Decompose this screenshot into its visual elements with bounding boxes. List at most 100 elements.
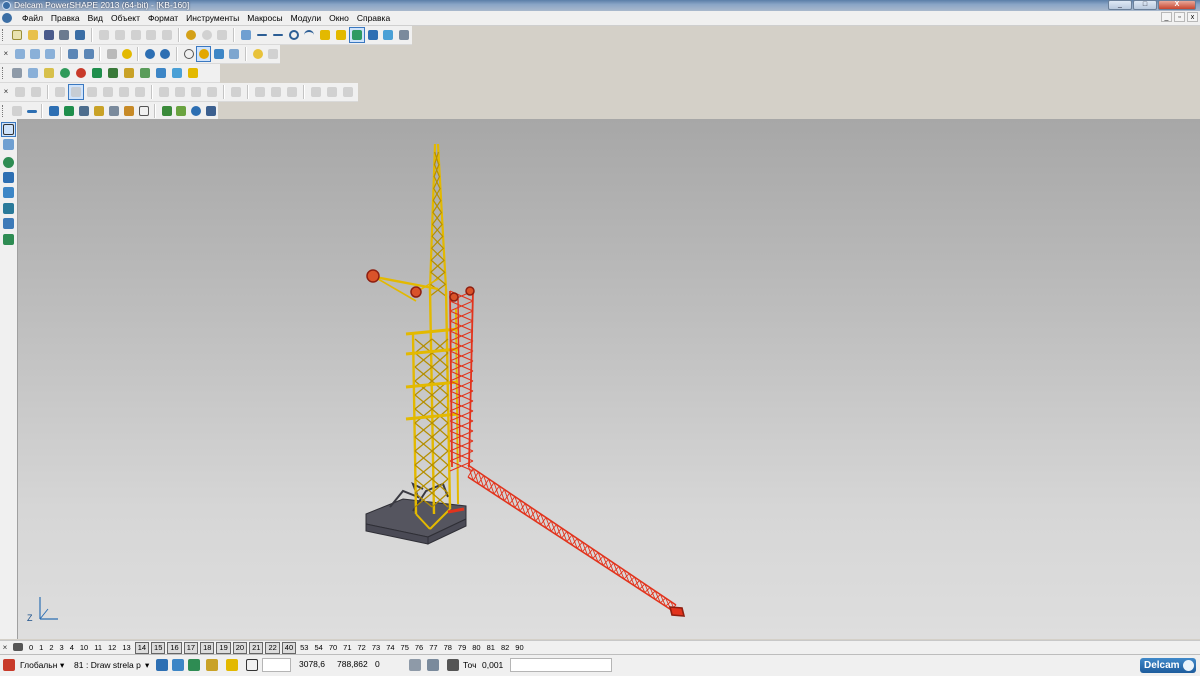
curve-icon[interactable] xyxy=(302,28,316,42)
level-54[interactable]: 54 xyxy=(311,643,325,653)
view-iso2-icon[interactable] xyxy=(82,47,95,61)
coord-z[interactable]: 0 xyxy=(372,658,408,672)
level-70[interactable]: 70 xyxy=(326,643,340,653)
select-filter3-icon[interactable] xyxy=(188,659,200,671)
levels-icon[interactable] xyxy=(11,642,25,653)
level-15[interactable]: 15 xyxy=(151,641,166,654)
snap-icon[interactable] xyxy=(206,659,218,671)
app-icon[interactable] xyxy=(2,1,11,10)
solid-select-icon[interactable] xyxy=(13,85,27,99)
level-number[interactable]: 81 xyxy=(74,659,83,672)
level-73[interactable]: 73 xyxy=(369,643,383,653)
view-front-icon[interactable] xyxy=(28,47,41,61)
view-iso-icon[interactable] xyxy=(66,47,79,61)
view-right-icon[interactable] xyxy=(43,47,56,61)
file-icon[interactable] xyxy=(26,66,40,80)
workplane-dropdown-icon[interactable]: ▾ xyxy=(60,659,64,672)
select-filter2-icon[interactable] xyxy=(172,659,184,671)
close-toolbar-icon[interactable]: × xyxy=(2,50,10,58)
menu-edit[interactable]: Правка xyxy=(47,11,84,25)
solid-torus-icon[interactable] xyxy=(117,85,131,99)
level-75[interactable]: 75 xyxy=(398,643,412,653)
level-78[interactable]: 78 xyxy=(441,643,455,653)
level-3[interactable]: 3 xyxy=(57,643,67,653)
box-icon[interactable] xyxy=(122,66,136,80)
open-icon[interactable] xyxy=(26,28,40,42)
mdi-minimize-button[interactable]: _ xyxy=(1161,12,1172,22)
assembly-icon[interactable] xyxy=(92,104,105,118)
surface-select-icon[interactable] xyxy=(10,104,23,118)
cone-icon[interactable] xyxy=(90,66,104,80)
command-input[interactable] xyxy=(510,658,612,672)
level-19[interactable]: 19 xyxy=(216,641,231,654)
level-name[interactable]: : Draw strela p xyxy=(86,659,141,672)
sphere-blue-icon[interactable] xyxy=(189,104,202,118)
repeat-icon[interactable] xyxy=(215,28,229,42)
view-top-icon[interactable] xyxy=(13,47,26,61)
minimize-button[interactable]: _ xyxy=(1108,0,1132,10)
text-icon[interactable] xyxy=(318,28,332,42)
select-filter-icon[interactable] xyxy=(156,659,168,671)
polyline-icon[interactable] xyxy=(271,28,285,42)
level-77[interactable]: 77 xyxy=(426,643,440,653)
mesh-icon[interactable] xyxy=(77,104,90,118)
electrode-icon[interactable] xyxy=(122,104,135,118)
grid-icon[interactable] xyxy=(137,104,150,118)
calculator-icon[interactable] xyxy=(409,659,421,671)
document-icon[interactable] xyxy=(10,66,24,80)
level-80[interactable]: 80 xyxy=(469,643,483,653)
tree-icon[interactable] xyxy=(160,104,173,118)
triangle-icon[interactable] xyxy=(106,66,120,80)
level-13[interactable]: 13 xyxy=(119,643,133,653)
level-53[interactable]: 53 xyxy=(297,643,311,653)
info-icon[interactable] xyxy=(154,66,168,80)
level-72[interactable]: 72 xyxy=(355,643,369,653)
redo-icon[interactable] xyxy=(200,28,214,42)
solid-history-icon[interactable] xyxy=(309,85,323,99)
wireframe-view-icon[interactable] xyxy=(212,47,225,61)
crane-model[interactable]: Z xyxy=(18,119,1200,639)
crane-tower[interactable] xyxy=(366,143,459,530)
level-74[interactable]: 74 xyxy=(383,643,397,653)
solid-split-icon[interactable] xyxy=(285,85,299,99)
level-71[interactable]: 71 xyxy=(340,643,354,653)
level-21[interactable]: 21 xyxy=(249,641,264,654)
menu-window[interactable]: Окно xyxy=(325,11,353,25)
rotate-icon[interactable] xyxy=(182,47,195,61)
level-22[interactable]: 22 xyxy=(265,641,280,654)
level-20[interactable]: 20 xyxy=(232,641,248,654)
solid-blend-icon[interactable] xyxy=(253,85,267,99)
intelligent-cursor-icon[interactable] xyxy=(226,659,238,671)
wireframe-tool-icon[interactable] xyxy=(2,186,15,199)
solid-box-icon[interactable] xyxy=(53,85,67,99)
component-icon[interactable] xyxy=(107,104,120,118)
menu-format[interactable]: Формат xyxy=(144,11,182,25)
maximize-button[interactable]: □ xyxy=(1133,0,1157,10)
solid-tree-icon[interactable] xyxy=(325,85,339,99)
level-2[interactable]: 2 xyxy=(46,643,56,653)
surface-blue-icon[interactable] xyxy=(47,104,60,118)
tolerance-icon[interactable] xyxy=(447,659,459,671)
surface-icon[interactable] xyxy=(366,28,380,42)
level-12[interactable]: 12 xyxy=(105,643,119,653)
zoom-icon[interactable] xyxy=(120,47,133,61)
leaf-icon[interactable] xyxy=(174,104,187,118)
menu-help[interactable]: Справка xyxy=(353,11,394,25)
solid-options-icon[interactable] xyxy=(341,85,355,99)
pan-icon[interactable] xyxy=(105,47,118,61)
level-1[interactable]: 1 xyxy=(36,643,46,653)
circle-icon[interactable] xyxy=(287,28,301,42)
workplane-grid-icon[interactable] xyxy=(427,659,439,671)
level-17[interactable]: 17 xyxy=(183,641,199,654)
shaded-view-icon[interactable] xyxy=(195,46,212,62)
zoom-in-icon[interactable] xyxy=(143,47,156,61)
level-18[interactable]: 18 xyxy=(200,641,215,654)
level-82[interactable]: 82 xyxy=(498,643,512,653)
copy-icon[interactable] xyxy=(113,28,127,42)
menu-file[interactable]: Файл xyxy=(18,11,47,25)
select-tool-icon[interactable] xyxy=(239,28,253,42)
solid-icon[interactable] xyxy=(381,28,395,42)
lamp-icon[interactable] xyxy=(251,47,264,61)
delcam-logo[interactable]: Delcam xyxy=(1140,658,1196,673)
solid-revolve-icon[interactable] xyxy=(173,85,187,99)
